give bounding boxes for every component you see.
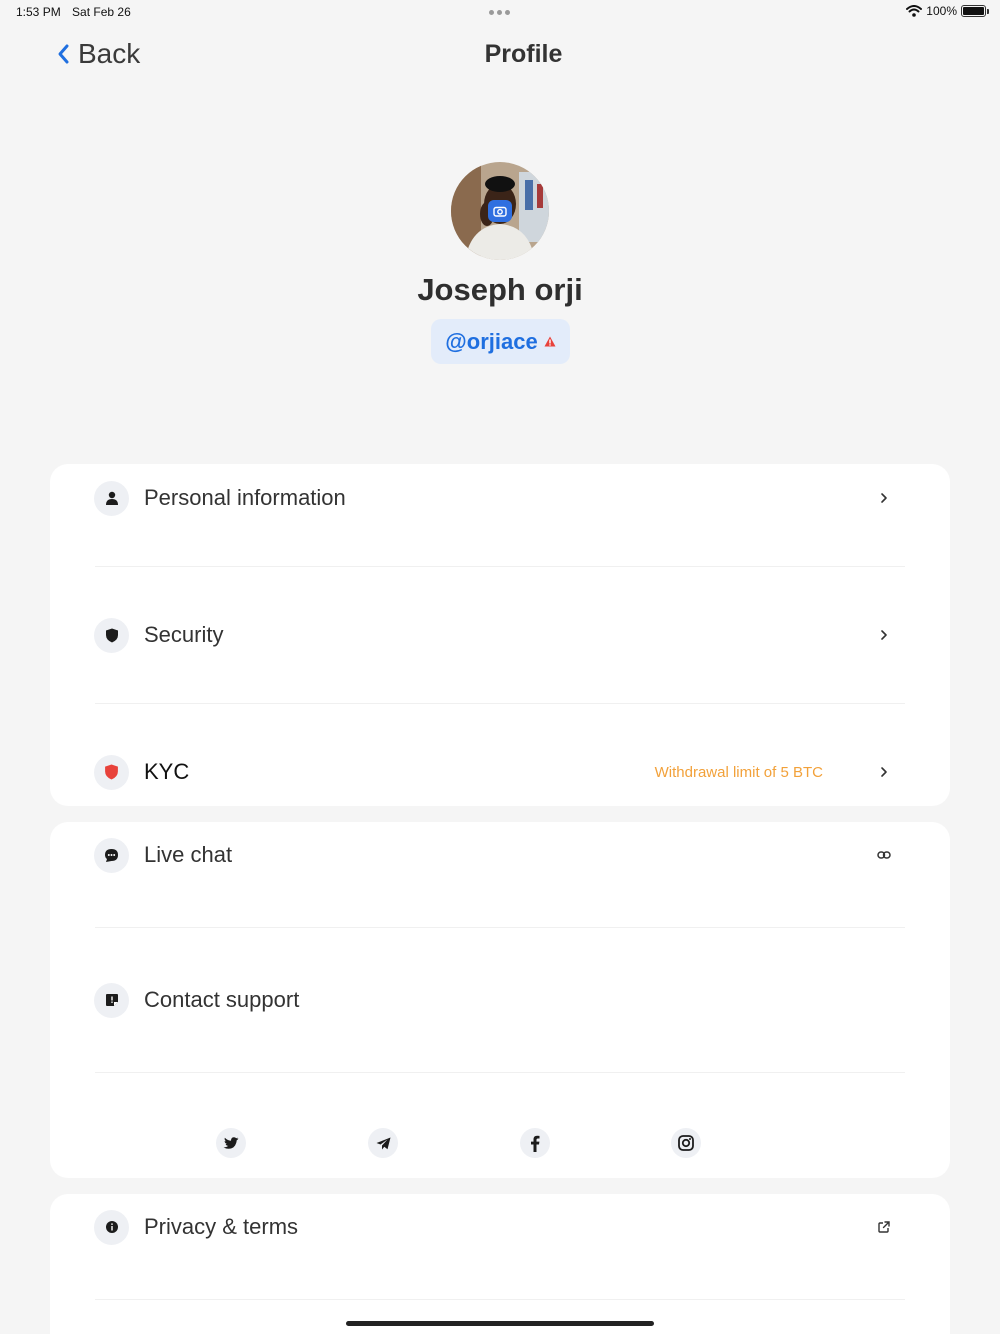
privacy-terms-label: Privacy & terms	[144, 1214, 299, 1239]
telegram-icon[interactable]	[368, 1128, 398, 1158]
link-icon[interactable]	[876, 847, 892, 863]
wifi-icon	[906, 5, 923, 17]
status-time: 1:53 PM	[16, 5, 61, 19]
warning-icon	[544, 336, 556, 347]
camera-icon	[493, 206, 507, 217]
facebook-icon[interactable]	[520, 1128, 550, 1158]
instagram-icon[interactable]	[671, 1128, 701, 1158]
profile-name: Joseph orji	[417, 272, 583, 307]
account-card: Personal information Security KYC Withdr…	[50, 464, 950, 806]
personal-information-label: Personal information	[144, 485, 346, 510]
battery-icon	[961, 5, 989, 17]
live-chat-label: Live chat	[144, 842, 233, 867]
status-date: Sat Feb 26	[72, 5, 131, 19]
divider	[95, 1299, 905, 1300]
twitter-icon[interactable]	[216, 1128, 246, 1158]
info-icon	[94, 1209, 129, 1245]
legal-card: Privacy & terms	[50, 1194, 950, 1334]
contact-support-row[interactable]: Contact support	[50, 975, 950, 1025]
shield-icon	[94, 617, 129, 653]
page-title: Profile	[484, 40, 563, 68]
divider	[95, 566, 905, 567]
support-note-icon	[94, 982, 129, 1018]
kyc-label: KYC	[144, 759, 190, 784]
status-right: 100%	[906, 4, 989, 18]
chat-bubble-icon	[94, 837, 129, 873]
person-icon	[94, 480, 129, 516]
username-badge[interactable]: @orjiace	[431, 319, 570, 364]
divider	[95, 703, 905, 704]
support-card: Live chat Contact support	[50, 822, 950, 1178]
live-chat-row[interactable]: Live chat	[50, 830, 950, 880]
kyc-withdrawal-note: Withdrawal limit of 5 BTC	[654, 763, 823, 781]
personal-information-row[interactable]: Personal information	[50, 473, 950, 523]
status-left: 1:53 PM Sat Feb 26	[16, 5, 131, 19]
chevron-right-icon	[876, 764, 892, 780]
shield-red-icon	[94, 754, 129, 790]
change-photo-button[interactable]	[488, 200, 512, 222]
multitasking-dots-icon[interactable]	[489, 10, 510, 15]
security-row[interactable]: Security	[50, 610, 950, 660]
kyc-row[interactable]: KYC Withdrawal limit of 5 BTC	[50, 747, 950, 797]
home-indicator[interactable]	[346, 1321, 654, 1326]
security-label: Security	[144, 622, 224, 647]
chevron-right-icon	[876, 490, 892, 506]
external-link-icon[interactable]	[876, 1219, 892, 1235]
status-bar: 1:53 PM Sat Feb 26 100%	[0, 0, 1000, 24]
contact-support-label: Contact support	[144, 987, 300, 1012]
username-text: @orjiace	[445, 328, 538, 354]
chevron-right-icon	[876, 627, 892, 643]
battery-percent: 100%	[926, 4, 957, 18]
divider	[95, 927, 905, 928]
divider	[95, 1072, 905, 1073]
privacy-terms-row[interactable]: Privacy & terms	[50, 1202, 950, 1252]
